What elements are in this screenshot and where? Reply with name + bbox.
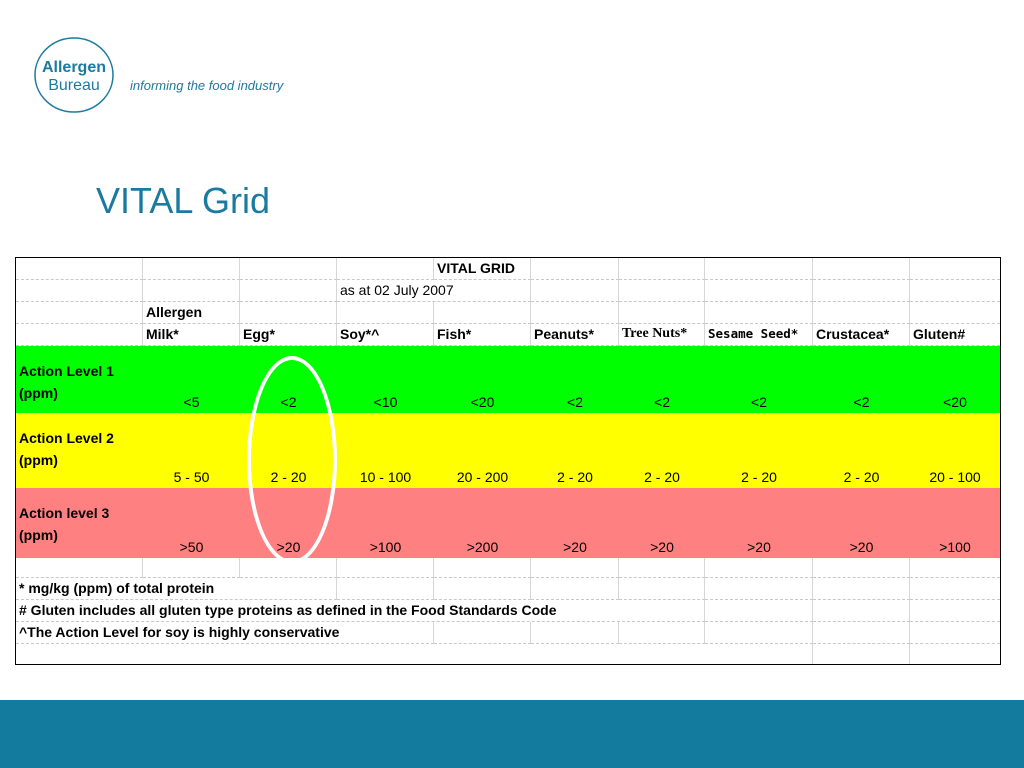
level-1-fish: <20 <box>470 394 495 410</box>
level-3-sesame-seed: >20 <box>747 539 771 555</box>
level-2-peanuts: 2 - 20 <box>557 469 593 485</box>
logo-text-line2: Bureau <box>48 77 100 94</box>
spacer-row <box>16 558 1000 578</box>
action-level-3-row: Action level 3 (ppm) >50 >20 >100 >200 >… <box>16 488 1000 558</box>
level-3-peanuts: >20 <box>563 539 587 555</box>
allergen-columns-row: Milk* Egg* Soy*^ Fish* Peanuts* Tree Nut… <box>16 324 1000 346</box>
level-2-sesame-seed: 2 - 20 <box>741 469 777 485</box>
action-level-2-label: Action Level 2 (ppm) <box>19 430 114 468</box>
column-header-egg: Egg* <box>240 324 337 346</box>
column-header-fish: Fish* <box>434 324 531 346</box>
grid-date-row: as at 02 July 2007 <box>16 280 1000 302</box>
level-2-tree-nuts: 2 - 20 <box>644 469 680 485</box>
grid-date: as at 02 July 2007 <box>337 280 531 302</box>
action-level-3-label: Action level 3 (ppm) <box>19 505 110 543</box>
allergen-header-row: Allergen <box>16 302 1000 324</box>
vital-grid-table: VITAL GRID as at 02 July 2007 Allergen M… <box>15 257 1001 665</box>
action-level-1-row: Action Level 1 (ppm) <5 <2 <10 <20 <2 <2… <box>16 346 1000 413</box>
column-header-milk: Milk* <box>143 324 240 346</box>
note-row-1: * mg/kg (ppm) of total protein <box>16 578 1000 600</box>
note-soy: ^The Action Level for soy is highly cons… <box>16 622 434 644</box>
allergen-bureau-logo: Allergen Bureau <box>34 37 114 113</box>
column-header-peanuts: Peanuts* <box>531 324 619 346</box>
column-header-tree-nuts: Tree Nuts* <box>619 324 705 346</box>
level-1-soy: <10 <box>373 394 398 410</box>
egg-column-highlight-ellipse <box>247 356 337 564</box>
column-header-gluten: Gluten# <box>910 324 1000 346</box>
grid-title-row: VITAL GRID <box>16 258 1000 280</box>
level-2-soy: 10 - 100 <box>359 469 412 485</box>
level-3-tree-nuts: >20 <box>650 539 674 555</box>
note-gluten: # Gluten includes all gluten type protei… <box>16 600 705 622</box>
level-3-soy: >100 <box>369 539 402 555</box>
level-2-gluten: 20 - 100 <box>929 469 981 485</box>
empty-row <box>16 644 1000 664</box>
level-2-milk: 5 - 50 <box>173 469 210 485</box>
level-2-fish: 20 - 200 <box>456 469 509 485</box>
level-1-milk: <5 <box>183 394 200 410</box>
logo-text-line1: Allergen <box>42 59 106 76</box>
column-header-crustacea: Crustacea* <box>813 324 910 346</box>
level-2-crustacea: 2 - 20 <box>843 469 880 485</box>
level-1-gluten: <20 <box>943 394 967 410</box>
note-protein: * mg/kg (ppm) of total protein <box>16 578 337 600</box>
level-3-fish: >200 <box>466 539 499 555</box>
action-level-1-label: Action Level 1 (ppm) <box>19 363 114 401</box>
note-row-2: # Gluten includes all gluten type protei… <box>16 600 1000 622</box>
slide-title: VITAL Grid <box>96 180 271 221</box>
note-row-3: ^The Action Level for soy is highly cons… <box>16 622 1000 644</box>
brand-tagline: informing the food industry <box>130 78 284 93</box>
action-level-2-row: Action Level 2 (ppm) 5 - 50 2 - 20 10 - … <box>16 413 1000 488</box>
level-1-crustacea: <2 <box>853 394 870 410</box>
level-1-tree-nuts: <2 <box>654 394 670 410</box>
footer-band <box>0 700 1024 768</box>
allergen-header: Allergen <box>143 302 240 324</box>
column-header-soy: Soy*^ <box>337 324 434 346</box>
level-3-gluten: >100 <box>939 539 971 555</box>
level-1-sesame-seed: <2 <box>751 394 767 410</box>
level-3-crustacea: >20 <box>849 539 874 555</box>
level-3-milk: >50 <box>179 539 204 555</box>
grid-title: VITAL GRID <box>434 258 531 280</box>
level-1-peanuts: <2 <box>567 394 583 410</box>
column-header-sesame-seed: Sesame Seed* <box>705 324 813 346</box>
